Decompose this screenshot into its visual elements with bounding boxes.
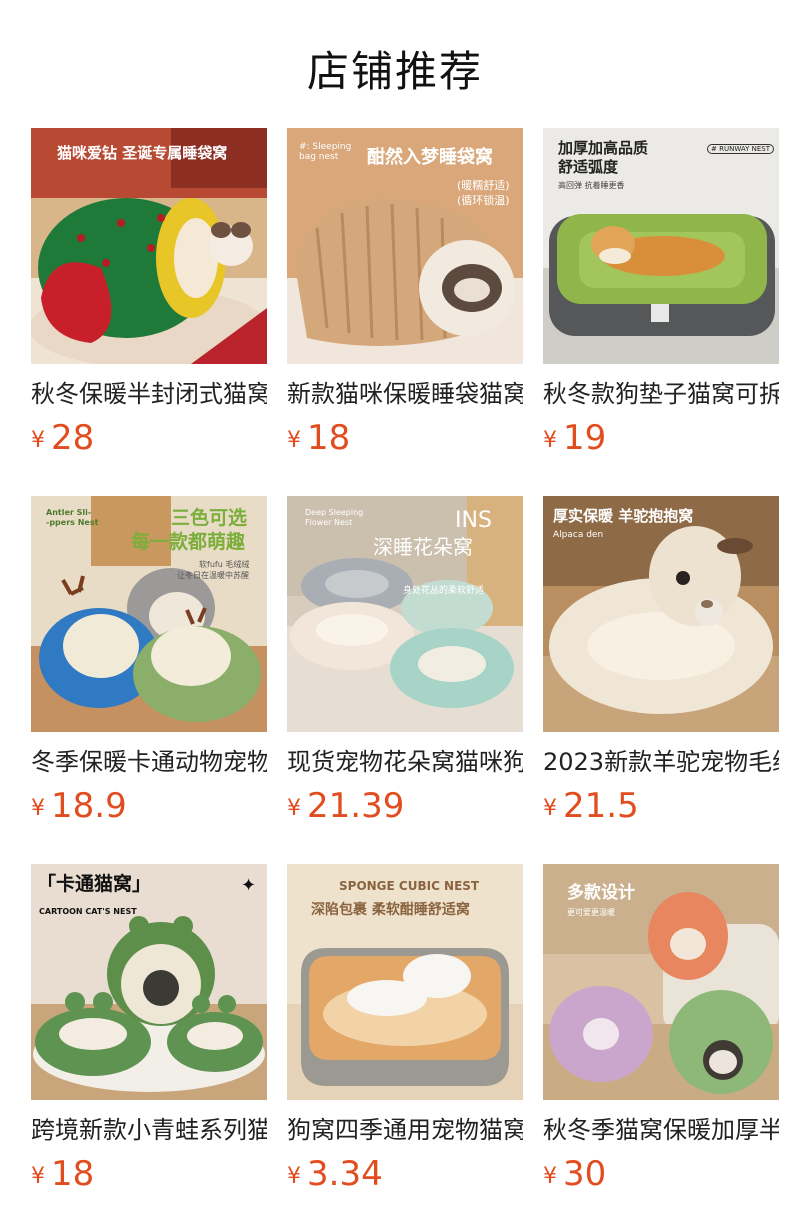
star-icon: ✦ [241, 875, 257, 896]
image-caption: # RUNWAY NEST [707, 144, 774, 155]
page-title: 店铺推荐 [306, 47, 483, 96]
product-card[interactable]: 多款设计 更可爱更温暖 秋冬季猫窝保暖加厚半 ¥30 [543, 864, 779, 1194]
image-caption: 「卡通猫窝」 [37, 873, 152, 895]
product-name[interactable]: 冬季保暖卡通动物宠物 [31, 744, 267, 780]
image-caption: bag nest [299, 152, 339, 162]
image-caption: Flower Nest [305, 518, 353, 527]
image-caption: 高回弹 抗着睡更香 [558, 181, 625, 190]
product-image[interactable]: SPONGE CUBIC NEST 深陷包裹 柔软酣睡舒适窝 [287, 864, 523, 1100]
product-name[interactable]: 狗窝四季通用宠物猫窝 [287, 1112, 523, 1148]
product-image[interactable]: #: Sleeping bag nest 酣然入梦睡袋窝 (暖糯舒适) (循环锁… [287, 128, 523, 364]
image-caption: 酣然入梦睡袋窝 [367, 147, 493, 168]
price-amount: 18 [307, 418, 351, 458]
price-amount: 18.9 [51, 786, 127, 826]
product-price: ¥18.9 [31, 786, 127, 826]
product-card[interactable]: 「卡通猫窝」 CARTOON CAT'S NEST ✦ 跨境新款小青蛙系列猫 ¥… [31, 864, 267, 1194]
image-caption: 多款设计 [567, 883, 635, 903]
image-caption: 软fufu 毛绒绒 [199, 560, 250, 569]
image-caption: Alpaca den [553, 530, 604, 540]
price-amount: 18 [51, 1154, 95, 1194]
image-caption: #: Sleeping [299, 142, 352, 152]
currency-symbol: ¥ [287, 796, 301, 821]
product-image[interactable]: Deep Sleeping Flower Nest INS 深睡花朵窝 身处花丛… [287, 496, 523, 732]
product-price: ¥3.34 [287, 1154, 383, 1194]
image-caption: (暖糯舒适) [457, 179, 510, 192]
image-caption: 深陷包裹 柔软酣睡舒适窝 [311, 902, 470, 918]
price-amount: 21.39 [307, 786, 405, 826]
product-image[interactable]: 多款设计 更可爱更温暖 [543, 864, 779, 1100]
currency-symbol: ¥ [543, 796, 557, 821]
product-image[interactable]: 加厚加高品质 舒适弧度 高回弹 抗着睡更香 # RUNWAY NEST [543, 128, 779, 364]
currency-symbol: ¥ [287, 428, 301, 453]
product-name[interactable]: 现货宠物花朵窝猫咪狗 [287, 744, 523, 780]
image-caption: SPONGE CUBIC NEST [339, 879, 480, 893]
product-card[interactable]: Deep Sleeping Flower Nest INS 深睡花朵窝 身处花丛… [287, 496, 523, 826]
product-name[interactable]: 2023新款羊驼宠物毛绒 [543, 744, 779, 780]
product-price: ¥21.39 [287, 786, 404, 826]
product-card[interactable]: 加厚加高品质 舒适弧度 高回弹 抗着睡更香 # RUNWAY NEST 秋冬款狗… [543, 128, 779, 458]
currency-symbol: ¥ [31, 428, 45, 453]
image-caption: 深睡花朵窝 [373, 535, 473, 559]
image-caption: 舒适弧度 [558, 158, 619, 176]
product-card[interactable]: SPONGE CUBIC NEST 深陷包裹 柔软酣睡舒适窝 狗窝四季通用宠物猫… [287, 864, 523, 1194]
image-caption: CARTOON CAT'S NEST [39, 907, 137, 916]
product-image[interactable]: Antler Sli- -ppers Nest 三色可选 每一款都萌趣 软fuf… [31, 496, 267, 732]
image-caption: INS [455, 508, 492, 533]
currency-symbol: ¥ [287, 1164, 301, 1189]
currency-symbol: ¥ [31, 796, 45, 821]
product-card[interactable]: #: Sleeping bag nest 酣然入梦睡袋窝 (暖糯舒适) (循环锁… [287, 128, 523, 458]
product-image[interactable]: 厚实保暖 羊驼抱抱窝 Alpaca den [543, 496, 779, 732]
product-name[interactable]: 秋冬款狗垫子猫窝可拆 [543, 376, 779, 412]
currency-symbol: ¥ [543, 1164, 557, 1189]
image-caption: Antler Sli- [46, 508, 92, 517]
image-caption: 更可爱更温暖 [567, 908, 615, 917]
image-caption: 加厚加高品质 [558, 139, 649, 157]
price-amount: 21.5 [563, 786, 639, 826]
price-amount: 30 [563, 1154, 607, 1194]
product-name[interactable]: 秋冬季猫窝保暖加厚半 [543, 1112, 779, 1148]
product-price: ¥19 [543, 418, 606, 458]
product-card[interactable]: Antler Sli- -ppers Nest 三色可选 每一款都萌趣 软fuf… [31, 496, 267, 826]
image-caption: -ppers Nest [46, 518, 99, 527]
product-card[interactable]: 猫咪爱钻 圣诞专属睡袋窝 秋冬保暖半封闭式猫窝 ¥28 [31, 128, 267, 458]
price-amount: 3.34 [307, 1154, 383, 1194]
product-price: ¥30 [543, 1154, 606, 1194]
price-amount: 19 [563, 418, 607, 458]
product-name[interactable]: 新款猫咪保暖睡袋猫窝 [287, 376, 523, 412]
image-caption: Deep Sleeping [305, 508, 364, 517]
currency-symbol: ¥ [543, 428, 557, 453]
product-name[interactable]: 秋冬保暖半封闭式猫窝 [31, 376, 267, 412]
currency-symbol: ¥ [31, 1164, 45, 1189]
image-caption: 厚实保暖 羊驼抱抱窝 [553, 507, 694, 525]
image-caption: 身处花丛的柔软舒适 [403, 586, 485, 596]
image-caption: 每一款都萌趣 [131, 531, 246, 553]
image-caption: 让冬日在温暖中苏醒 [177, 571, 249, 580]
image-caption: 猫咪爱钻 圣诞专属睡袋窝 [57, 144, 228, 162]
product-card[interactable]: 厚实保暖 羊驼抱抱窝 Alpaca den 2023新款羊驼宠物毛绒 ¥21.5 [543, 496, 779, 826]
product-price: ¥21.5 [543, 786, 639, 826]
product-image[interactable]: 猫咪爱钻 圣诞专属睡袋窝 [31, 128, 267, 364]
product-price: ¥18 [31, 1154, 94, 1194]
product-image[interactable]: 「卡通猫窝」 CARTOON CAT'S NEST ✦ [31, 864, 267, 1100]
price-amount: 28 [51, 418, 95, 458]
product-name[interactable]: 跨境新款小青蛙系列猫 [31, 1112, 267, 1148]
product-price: ¥28 [31, 418, 94, 458]
product-price: ¥18 [287, 418, 350, 458]
image-caption: 三色可选 [171, 507, 248, 529]
image-caption: (循环锁温) [457, 194, 510, 207]
